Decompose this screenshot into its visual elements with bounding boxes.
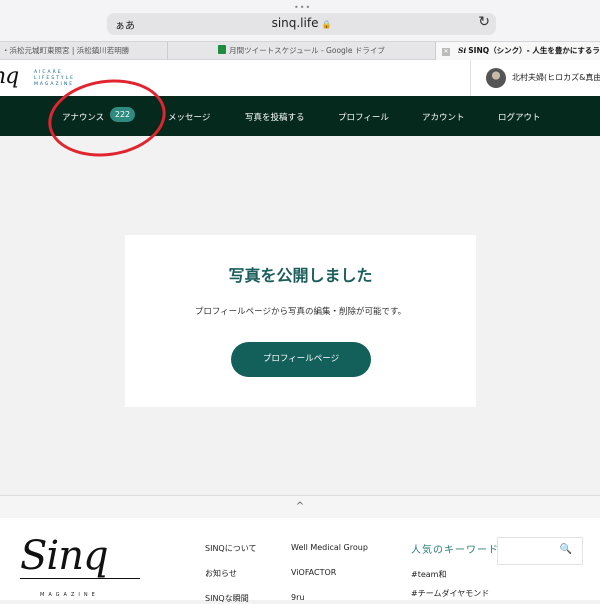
footer-magazine-label: MAGAZINE — [40, 592, 99, 598]
footer-link-well-medical[interactable]: Well Medical Group — [291, 543, 368, 552]
card-description: プロフィールページから写真の編集・削除が可能です。 — [194, 307, 407, 317]
keywords-title: 人気のキーワード — [411, 545, 499, 556]
sinq-favicon: Si — [458, 46, 467, 55]
tab-bar: ・浜松元城町東照宮 | 浜松鎮川若明勝 月間ツイートスケジュール - Googl… — [0, 41, 600, 60]
card-title: 写真を公開しました — [228, 266, 373, 285]
search-icon[interactable]: 🔍 — [560, 544, 572, 555]
user-name[interactable]: 北村夫婦(ヒロカズ&真由 — [512, 72, 600, 83]
keyword-link[interactable]: #チームダイヤモンド — [411, 588, 489, 599]
google-sheets-icon — [218, 45, 227, 54]
reload-icon[interactable]: ↻ — [478, 14, 490, 30]
footer-search-input[interactable]: 🔍 — [497, 537, 583, 565]
scroll-to-top-button[interactable]: ^ — [0, 496, 600, 518]
nav-logout[interactable]: ログアウト — [498, 111, 541, 123]
header-divider — [470, 60, 471, 96]
footer-link-moments[interactable]: SINQな瞬間 — [205, 593, 249, 604]
browser-toolbar: ••• ぁあ sinq.life 🔒 ↻ — [0, 0, 600, 41]
avatar[interactable] — [486, 68, 506, 88]
success-card: 写真を公開しました プロフィールページから写真の編集・削除が可能です。 プロフィ… — [125, 235, 476, 407]
nav-messages[interactable]: メッセージ — [168, 111, 210, 123]
site-footer: Sinq MAGAZINE SINQについて お知らせ SINQな瞬間 Well… — [0, 518, 600, 603]
footer-logo-underline — [20, 578, 140, 579]
site-logo[interactable]: nq — [0, 64, 19, 89]
close-tab-icon[interactable]: ✕ — [442, 48, 450, 56]
url-display[interactable]: sinq.life 🔒 — [107, 16, 496, 30]
footer-link-9ru[interactable]: 9ru — [291, 593, 304, 602]
footer-link-news[interactable]: お知らせ — [205, 568, 237, 579]
nav-account[interactable]: アカウント — [422, 111, 465, 123]
tab-google-drive[interactable]: 月間ツイートスケジュール - Google ドライブ — [168, 42, 436, 60]
footer-logo[interactable]: Sinq — [20, 536, 109, 576]
multitask-dots-icon[interactable]: ••• — [294, 3, 311, 12]
address-bar[interactable]: ぁあ sinq.life 🔒 ↻ — [107, 13, 496, 35]
footer-link-viofactor[interactable]: ViOFACTOR — [291, 568, 336, 577]
nav-post-photo[interactable]: 写真を投稿する — [245, 111, 305, 123]
tab-shrine[interactable]: ・浜松元城町東照宮 | 浜松鎮川若明勝 — [0, 42, 168, 60]
lock-icon: 🔒 — [321, 20, 332, 29]
footer-link-about[interactable]: SINQについて — [205, 543, 256, 554]
keyword-link[interactable]: #team和 — [411, 569, 446, 580]
nav-profile[interactable]: プロフィール — [338, 111, 389, 123]
logo-tagline: AICARE LIFESTYLE MAGAZINE — [34, 70, 75, 87]
profile-page-button[interactable]: プロフィールページ — [231, 342, 371, 377]
tab-sinq[interactable]: ✕SiSINQ（シンク）- 人生を豊かにするライフ — [436, 42, 600, 60]
